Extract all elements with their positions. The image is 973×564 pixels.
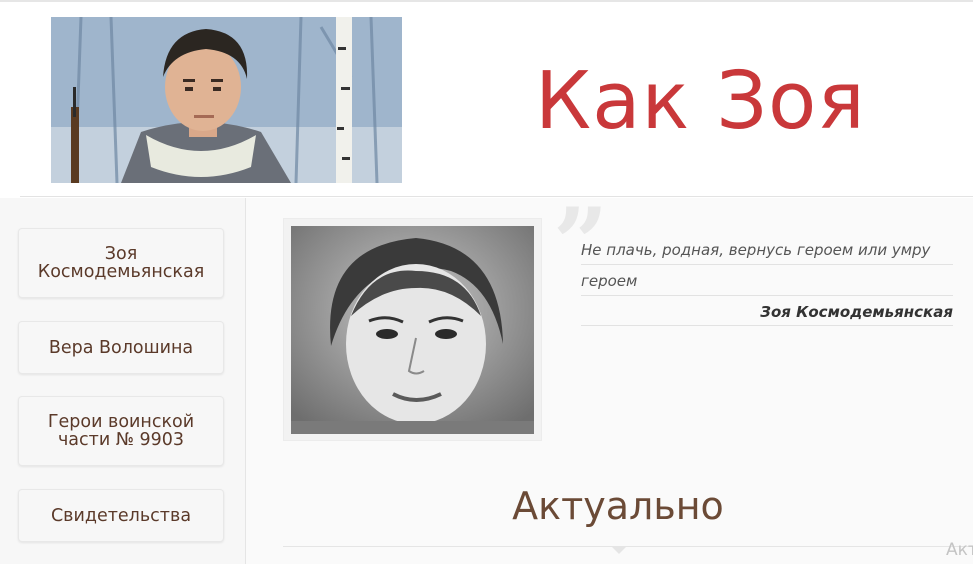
sidebar-item-vera[interactable]: Вера Волошина: [18, 321, 224, 374]
site-header: Как Зоя: [0, 2, 973, 198]
quote-author: Зоя Космодемьянская: [581, 298, 953, 326]
portrait-photo[interactable]: [291, 226, 534, 434]
quote-line-2: героем: [581, 266, 953, 296]
section-title: Актуально: [512, 484, 724, 528]
header-divider: [20, 196, 973, 197]
sidebar-item-testimonies[interactable]: Свидетельства: [18, 489, 224, 542]
quote-line-1: Не плачь, родная, вернусь героем или умр…: [581, 235, 953, 265]
logo-painting-image[interactable]: [51, 17, 402, 183]
sidebar-item-zoya[interactable]: Зоя Космодемьянская: [18, 228, 224, 298]
sidebar-item-label: Свидетельства: [50, 505, 192, 526]
offscreen-text: Акт: [946, 540, 973, 560]
section-divider: [283, 546, 973, 547]
sidebar-item-label: Зоя Космодемьянская: [37, 244, 205, 282]
site-title[interactable]: Как Зоя: [535, 62, 866, 141]
sidebar-item-heroes[interactable]: Герои воинской части № 9903: [18, 396, 224, 466]
section-caret-icon: [611, 546, 627, 554]
sidebar-item-label: Герои воинской части № 9903: [47, 412, 195, 450]
sidebar-item-label: Вера Волошина: [48, 337, 194, 358]
